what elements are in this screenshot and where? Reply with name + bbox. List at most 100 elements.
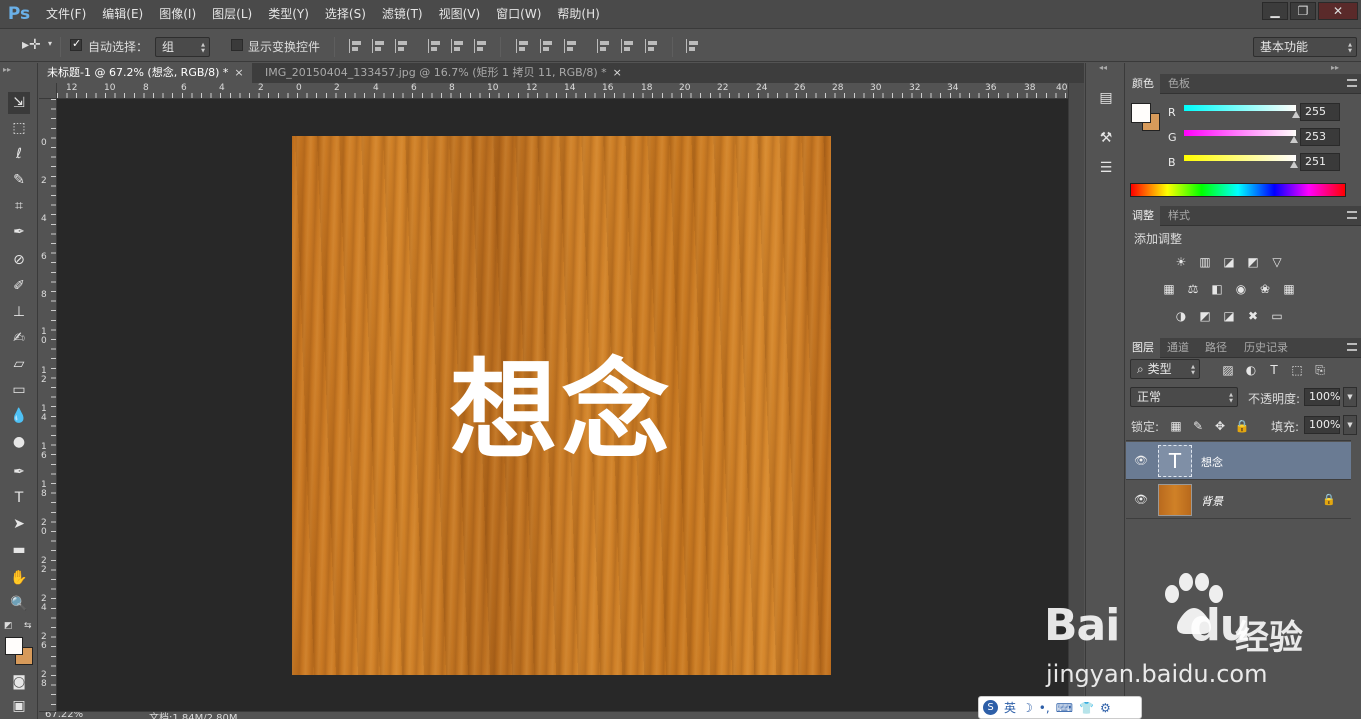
auto-select-target-select[interactable]: 组 (155, 37, 210, 57)
rectangle-tool-icon[interactable]: ▬ (8, 539, 30, 561)
properties-panel-icon[interactable]: ☰ (1095, 157, 1117, 179)
panel-menu-icon[interactable] (1347, 343, 1357, 351)
filter-pixel-icon[interactable]: ▨ (1220, 363, 1236, 377)
lasso-tool-icon[interactable]: ℓ (8, 143, 30, 165)
distribute-right-icon[interactable] (645, 39, 659, 53)
red-value[interactable]: 255 (1300, 103, 1340, 121)
swap-colors-icon[interactable]: ⇆ (24, 621, 32, 631)
menu-type[interactable]: 类型(Y) (260, 0, 317, 28)
zoom-level[interactable]: 67.22% (45, 712, 83, 719)
move-tool-icon[interactable]: ▸✛ (22, 37, 41, 53)
tab-layers[interactable]: 图层 (1126, 338, 1160, 358)
menu-view[interactable]: 视图(V) (431, 0, 489, 28)
show-transform-checkbox[interactable] (231, 39, 243, 51)
eyedropper-tool-icon[interactable]: ✒ (8, 221, 30, 243)
screen-mode-icon[interactable]: ▣ (8, 695, 30, 717)
fill-dropdown-icon[interactable]: ▼ (1343, 415, 1357, 435)
blue-value[interactable]: 251 (1300, 153, 1340, 171)
red-slider-thumb[interactable] (1292, 111, 1300, 118)
menu-select[interactable]: 选择(S) (317, 0, 374, 28)
panel-menu-icon[interactable] (1347, 79, 1357, 87)
distribute-left-icon[interactable] (597, 39, 611, 53)
auto-align-layers-icon[interactable] (686, 39, 700, 53)
lock-position-icon[interactable]: ✥ (1212, 419, 1228, 433)
menu-help[interactable]: 帮助(H) (549, 0, 607, 28)
hue-saturation-icon[interactable]: ▦ (1161, 282, 1177, 296)
exposure-icon[interactable]: ◩ (1245, 255, 1261, 269)
blue-slider-thumb[interactable] (1290, 161, 1298, 168)
layer-name[interactable]: 背景 (1201, 493, 1223, 509)
menu-window[interactable]: 窗口(W) (488, 0, 549, 28)
distribute-hcenter-icon[interactable] (621, 39, 635, 53)
panel-menu-icon[interactable] (1347, 211, 1357, 219)
filter-shape-icon[interactable]: ⬚ (1289, 363, 1305, 377)
punctuation-icon[interactable]: •, (1039, 701, 1050, 715)
dodge-tool-icon[interactable]: ● (8, 431, 30, 453)
distribute-bottom-icon[interactable] (564, 39, 578, 53)
distribute-vcenter-icon[interactable] (540, 39, 554, 53)
photo-filter-icon[interactable]: ◉ (1233, 282, 1249, 296)
tool-presets-icon[interactable]: ⚒ (1095, 127, 1117, 149)
align-vcenter-icon[interactable] (372, 39, 386, 53)
tab-paths[interactable]: 路径 (1199, 338, 1233, 358)
color-spectrum-bar[interactable] (1130, 183, 1346, 197)
blend-mode-select[interactable]: 正常 (1130, 387, 1238, 407)
document-text-layer[interactable]: 想念 (292, 324, 831, 480)
layer-name[interactable]: 想念 (1201, 454, 1223, 470)
menu-layer[interactable]: 图层(L) (204, 0, 260, 28)
minimize-button[interactable]: ▁ (1262, 2, 1288, 20)
lock-image-icon[interactable]: ✎ (1190, 419, 1206, 433)
black-white-icon[interactable]: ◧ (1209, 282, 1225, 296)
gradient-map-icon[interactable]: ▭ (1269, 309, 1285, 323)
move-tool-icon[interactable]: ⇲ (8, 92, 30, 114)
hand-tool-icon[interactable]: ✋ (8, 567, 30, 589)
marquee-tool-icon[interactable]: ⬚ (8, 117, 30, 139)
tab-untitled-1[interactable]: 未标题-1 @ 67.2% (想念, RGB/8) * × (39, 63, 252, 83)
channel-mixer-icon[interactable]: ❀ (1257, 282, 1273, 296)
visibility-eye-icon[interactable]: 👁 (1134, 454, 1148, 468)
quick-mask-icon[interactable]: ◙ (8, 671, 30, 693)
tab-history[interactable]: 历史记录 (1238, 338, 1294, 358)
eraser-tool-icon[interactable]: ▱ (8, 353, 30, 375)
expand-panels-icon[interactable]: ◂◂ (1099, 63, 1107, 72)
invert-icon[interactable]: ◑ (1173, 309, 1189, 323)
healing-brush-tool-icon[interactable]: ⊘ (8, 249, 30, 271)
blue-slider[interactable] (1184, 155, 1296, 161)
keyboard-icon[interactable]: ⌨ (1056, 701, 1073, 715)
history-panel-icon[interactable]: ▤ (1095, 87, 1117, 109)
vibrance-icon[interactable]: ▽ (1269, 255, 1285, 269)
collapse-panels-icon[interactable]: ▸▸ (1331, 63, 1339, 72)
close-tab-icon[interactable]: × (234, 66, 243, 79)
brush-tool-icon[interactable]: ✐ (8, 275, 30, 297)
layer-filter-kind-select[interactable]: ⌕ 类型 (1130, 359, 1200, 379)
layer-row-background[interactable]: 👁 背景 🔒 (1126, 481, 1351, 519)
color-lookup-icon[interactable]: ▦ (1281, 282, 1297, 296)
lock-all-icon[interactable]: 🔒 (1234, 419, 1250, 433)
opacity-dropdown-icon[interactable]: ▼ (1343, 387, 1357, 407)
align-right-icon[interactable] (474, 39, 488, 53)
align-left-icon[interactable] (428, 39, 442, 53)
document-canvas[interactable]: 想念 (292, 136, 831, 675)
restore-button[interactable]: ❐ (1290, 2, 1316, 20)
tab-color[interactable]: 颜色 (1126, 74, 1160, 94)
curves-icon[interactable]: ◪ (1221, 255, 1237, 269)
posterize-icon[interactable]: ◩ (1197, 309, 1213, 323)
default-colors-icon[interactable]: ◩ (4, 621, 13, 631)
type-tool-icon[interactable]: T (8, 487, 30, 509)
clone-stamp-tool-icon[interactable]: ⊥ (8, 301, 30, 323)
gradient-tool-icon[interactable]: ▭ (8, 379, 30, 401)
menu-edit[interactable]: 编辑(E) (94, 0, 151, 28)
filter-smart-object-icon[interactable]: ⎘ (1312, 363, 1328, 377)
foreground-color-swatch[interactable] (5, 637, 23, 655)
quick-select-tool-icon[interactable]: ✎ (8, 169, 30, 191)
filter-type-icon[interactable]: T (1266, 363, 1282, 377)
close-tab-icon[interactable]: × (613, 66, 622, 79)
ime-mode[interactable]: 英 (1004, 699, 1016, 716)
green-slider[interactable] (1184, 130, 1296, 136)
selective-color-icon[interactable]: ✖ (1245, 309, 1261, 323)
green-value[interactable]: 253 (1300, 128, 1340, 146)
menu-filter[interactable]: 滤镜(T) (374, 0, 431, 28)
lock-transparent-icon[interactable]: ▦ (1168, 419, 1184, 433)
align-top-icon[interactable] (349, 39, 363, 53)
collapse-icon[interactable]: ▸▸ (3, 65, 11, 74)
